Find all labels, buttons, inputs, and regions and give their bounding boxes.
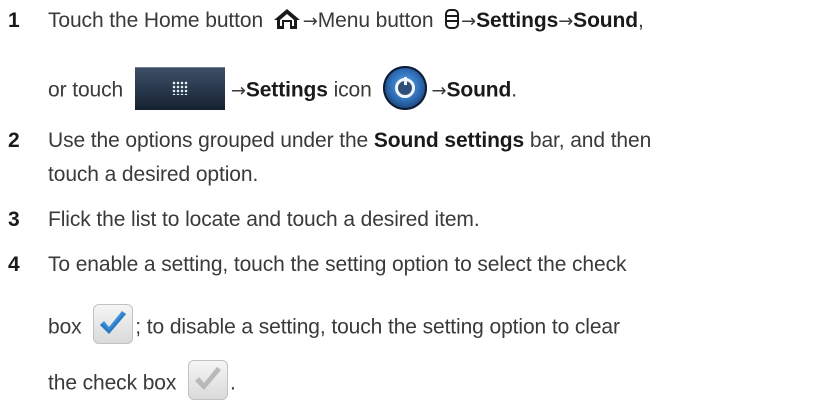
step-number: 3 [8,208,20,231]
step-4-line-3: the check box . [48,360,236,404]
step-text: Flick the list to locate and touch a des… [48,208,480,231]
settings-knob [395,77,416,98]
step-number: 4 [8,253,20,276]
arrow: → [230,80,246,102]
sound-settings-label: Sound settings [373,129,525,152]
step-number: 2 [8,129,20,152]
step-text: the check box [48,371,183,395]
step-number: 1 [8,9,20,32]
step-text: Touch the Home button [48,9,269,32]
step-4-line-2: box ; to disable a setting, touch the se… [48,304,620,348]
menu-icon [445,9,460,30]
home-icon [273,8,301,30]
step-text: . [511,78,518,102]
step-text: Menu button [317,9,440,32]
settings-label: Settings [245,78,328,102]
step-1-line-2: or touch →Settings icon →Sound. [48,66,518,113]
step-text: , [638,9,644,32]
step-text: . [230,371,236,395]
step-text: To enable a setting, touch the setting o… [48,253,627,276]
step-1-line-1: Touch the Home button →Menu button →Sett… [48,9,644,33]
grid-icon [171,80,188,95]
step-2-line-1: Use the options grouped under the Sound … [48,129,651,153]
sound-label: Sound [446,78,512,102]
step-3-line-1: Flick the list to locate and touch a des… [48,208,480,232]
step-2-line-2: touch a desired option. [48,163,258,187]
settings-label: Settings [476,9,559,32]
settings-icon [383,66,428,110]
step-text: Use the options grouped under the [48,129,374,152]
arrow: → [461,11,477,32]
step-text: icon [327,78,378,102]
step-text: box [48,315,88,339]
checkbox-selected-icon [93,304,134,344]
arrow: → [302,11,318,32]
step-text: ; to disable a setting, touch the settin… [135,315,620,339]
arrow: → [558,11,574,32]
app-drawer-icon [134,66,225,110]
step-4-line-1: To enable a setting, touch the setting o… [48,253,626,277]
step-text: or touch [48,78,129,102]
step-text: bar, and then [524,129,652,152]
step-text: touch a desired option. [48,163,259,186]
arrow: → [431,80,447,102]
checkbox-cleared-icon [188,360,229,400]
sound-label: Sound [573,9,638,32]
